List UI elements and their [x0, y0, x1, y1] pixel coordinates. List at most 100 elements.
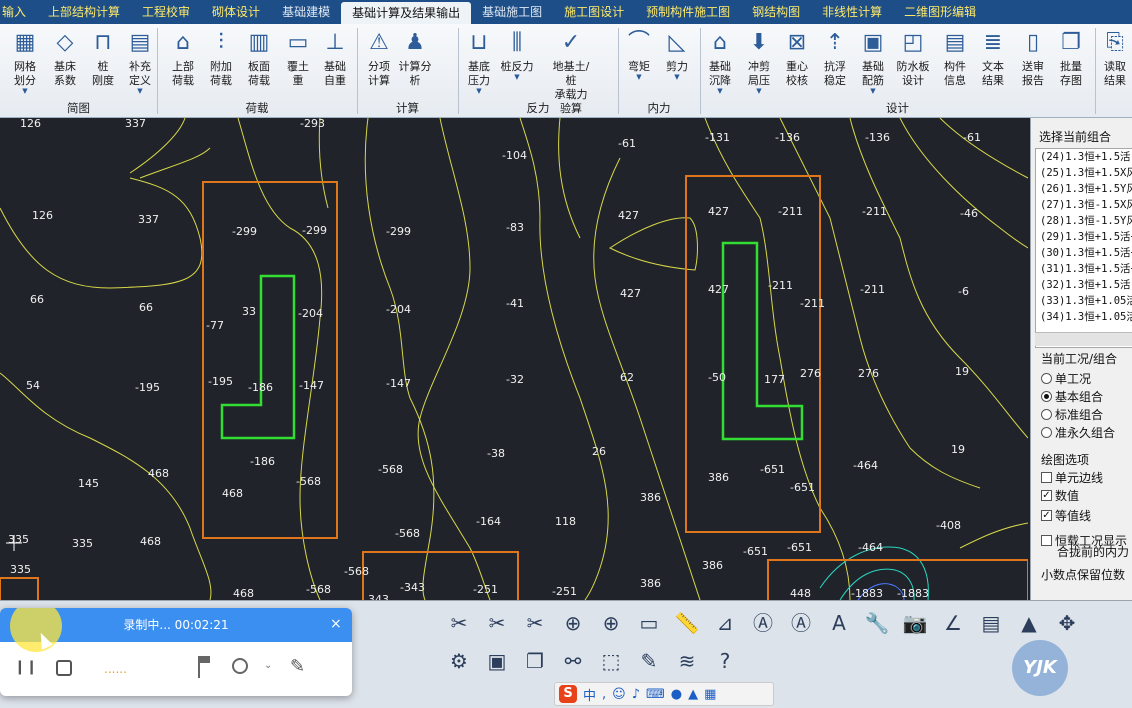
case-radio[interactable]: 准永久组合: [1041, 424, 1115, 441]
combination-list-item[interactable]: (28)1.3恒-1.5Y风: [1036, 213, 1132, 229]
skin-icon[interactable]: ▲: [688, 687, 698, 702]
ribbon-button-calc-analysis[interactable]: ♟ 计算分析: [396, 28, 434, 100]
close-icon[interactable]: ×: [330, 617, 342, 631]
ribbon-button-upper-load[interactable]: ⌂ 上部 荷载: [164, 28, 202, 100]
sogou-logo-icon[interactable]: S: [559, 685, 577, 703]
grid-apps-icon[interactable]: ▦: [704, 687, 716, 702]
ribbon-button-batch-save[interactable]: ❐ 批量 存图: [1052, 28, 1090, 100]
ribbon-button-soil-cover[interactable]: ▭ 覆土 重: [279, 28, 317, 100]
ribbon-button-bearing-check[interactable]: ✓ 地基土/桩 承载力验算: [552, 28, 590, 115]
tab-2d-edit[interactable]: 二维图形编辑: [893, 0, 987, 24]
ribbon-button-bed-coefficient[interactable]: ◇ 基床 系数: [46, 28, 84, 100]
ribbon-button-supplement-define[interactable]: ▤ 补充 定义 ▼: [121, 28, 159, 100]
dropdown-arrow-icon[interactable]: ▼: [658, 74, 696, 81]
emoji-icon[interactable]: ☺: [612, 687, 626, 702]
triangle-icon[interactable]: ▲: [1014, 608, 1044, 638]
dimension-icon[interactable]: Ⓐ: [748, 608, 778, 638]
ribbon-button-shear[interactable]: ◺ 剪力 ▼: [658, 28, 696, 100]
camera-icon[interactable]: 📷: [900, 608, 930, 638]
ribbon-button-foundation-weight[interactable]: ⊥ 基础 自重: [316, 28, 354, 100]
dropdown-arrow-icon[interactable]: ▼: [498, 74, 536, 81]
dropdown-arrow-icon[interactable]: ▼: [6, 88, 44, 95]
case-radio[interactable]: 标准组合: [1041, 406, 1103, 423]
combination-list-item[interactable]: (25)1.3恒+1.5X风: [1036, 165, 1132, 181]
user-icon[interactable]: ●: [671, 687, 682, 702]
zoom-in-icon[interactable]: ✂: [482, 608, 512, 638]
tab-precast[interactable]: 预制构件施工图: [635, 0, 741, 24]
combination-list-item[interactable]: (24)1.3恒+1.5活: [1036, 149, 1132, 165]
ribbon-button-item-calc[interactable]: ⚠ 分项 计算: [360, 28, 398, 100]
highlight-icon[interactable]: ✎: [634, 646, 664, 676]
case-radio[interactable]: 基本组合: [1041, 388, 1103, 405]
combination-list-item[interactable]: (30)1.3恒+1.5活+: [1036, 245, 1132, 261]
dropdown-arrow-icon[interactable]: ▼: [121, 88, 159, 95]
flag-icon[interactable]: [198, 656, 216, 678]
move-icon[interactable]: ✥: [1052, 608, 1082, 638]
mic-icon[interactable]: ♪: [632, 687, 640, 702]
combination-list-item[interactable]: (32)1.3恒+1.5活-: [1036, 277, 1132, 293]
tab-steel[interactable]: 钢结构图: [741, 0, 811, 24]
angle-50-icon[interactable]: ∠: [938, 608, 968, 638]
tab-input[interactable]: 输入: [0, 0, 37, 24]
layer-icon[interactable]: ▣: [482, 646, 512, 676]
ribbon-button-punching[interactable]: ⬇ 冲剪 局压 ▼: [740, 28, 778, 100]
list-scrollbar[interactable]: [1035, 332, 1132, 346]
tab-foundation-drawing[interactable]: 基础施工图: [471, 0, 553, 24]
combination-list-item[interactable]: (31)1.3恒+1.5活+: [1036, 261, 1132, 277]
draw-option-checkbox[interactable]: ✓ 数值: [1041, 487, 1079, 504]
dropdown-arrow-icon[interactable]: ▼: [854, 88, 892, 95]
combination-list-item[interactable]: (34)1.3恒+1.05活: [1036, 309, 1132, 325]
ime-mode-label[interactable]: 中: [583, 685, 596, 704]
combination-list-item[interactable]: (27)1.3恒-1.5X风: [1036, 197, 1132, 213]
draw-option-checkbox[interactable]: ✓ 等值线: [1041, 507, 1091, 524]
ribbon-button-read-result[interactable]: ⎘ 读取 结果: [1096, 28, 1132, 100]
zoom-out-icon[interactable]: ✂: [520, 608, 550, 638]
text-annotate-icon[interactable]: A: [824, 608, 854, 638]
ribbon-button-review-report[interactable]: ▯ 送审 报告: [1014, 28, 1052, 100]
ribbon-button-pile-stiffness[interactable]: ⊓ 桩 刚度: [84, 28, 122, 100]
chevron-down-icon[interactable]: ⌄: [264, 660, 272, 671]
ribbon-button-additional-load[interactable]: ⫶ 附加 荷载: [202, 28, 240, 100]
tab-construction-drawing[interactable]: 施工图设计: [553, 0, 635, 24]
ribbon-button-base-pressure[interactable]: ⊔ 基底 压力 ▼: [460, 28, 498, 100]
zoom-extents-icon[interactable]: ✂: [444, 608, 474, 638]
draw-option-checkbox[interactable]: 单元边线: [1041, 469, 1103, 486]
pdf-export-icon[interactable]: ▤: [976, 608, 1006, 638]
binoculars-icon[interactable]: ⚯: [558, 646, 588, 676]
dropdown-arrow-icon[interactable]: ▼: [460, 88, 498, 95]
ribbon-button-centroid-check[interactable]: ⊠ 重心 校核: [778, 28, 816, 100]
pen-icon[interactable]: ✎: [290, 656, 305, 677]
ribbon-button-member-info[interactable]: ▤ 构件 信息: [936, 28, 974, 100]
selection-icon[interactable]: ⬚: [596, 646, 626, 676]
tab-masonry[interactable]: 砌体设计: [201, 0, 271, 24]
ribbon-button-waterproof-slab[interactable]: ◰ 防水板 设计: [894, 28, 932, 100]
ribbon-button-pile-reaction[interactable]: ⫼ 桩反力 ▼: [498, 28, 536, 100]
ribbon-button-slab-load[interactable]: ▥ 板面 荷载: [240, 28, 278, 100]
ribbon-button-anti-float[interactable]: ⇡ 抗浮 稳定: [816, 28, 854, 100]
contour-canvas[interactable]: 126 337 -293 -131 -136 -136 -61 126 337 -299 -299 -…: [0, 118, 1028, 600]
keyboard-icon[interactable]: ⌨: [646, 687, 665, 702]
magnify-icon[interactable]: ⊕: [596, 608, 626, 638]
measure-icon[interactable]: ▭: [634, 608, 664, 638]
combination-list-item[interactable]: (26)1.3恒+1.5Y风: [1036, 181, 1132, 197]
dropdown-arrow-icon[interactable]: ▼: [740, 88, 778, 95]
pause-button[interactable]: ❙❙: [14, 658, 37, 676]
tab-nonlinear[interactable]: 非线性计算: [811, 0, 893, 24]
combination-list-item[interactable]: (33)1.3恒+1.05活: [1036, 293, 1132, 309]
ribbon-button-settlement[interactable]: ⌂ 基础 沉降 ▼: [701, 28, 739, 100]
tab-upper-structure[interactable]: 上部结构计算: [37, 0, 131, 24]
help-icon[interactable]: ?: [710, 646, 740, 676]
combination-list[interactable]: (24)1.3恒+1.5活 (25)1.3恒+1.5X风 (26)1.3恒+1.5Y…: [1035, 148, 1132, 348]
ribbon-button-text-result[interactable]: ≣ 文本 结果: [974, 28, 1012, 100]
ribbon-button-reinforcement[interactable]: ▣ 基础 配筋 ▼: [854, 28, 892, 100]
dropdown-arrow-icon[interactable]: ▼: [620, 74, 658, 81]
punctuation-icon[interactable]: ,: [602, 687, 606, 702]
copy-icon[interactable]: ❐: [520, 646, 550, 676]
settings-gear-icon[interactable]: ⚙: [444, 646, 474, 676]
ribbon-button-moment[interactable]: ⌒ 弯矩 ▼: [620, 28, 658, 100]
stop-button[interactable]: [56, 660, 72, 676]
zoom-window-icon[interactable]: ⊕: [558, 608, 588, 638]
angle-icon[interactable]: ⊿: [710, 608, 740, 638]
layers-icon[interactable]: ≋: [672, 646, 702, 676]
tab-review[interactable]: 工程校审: [131, 0, 201, 24]
